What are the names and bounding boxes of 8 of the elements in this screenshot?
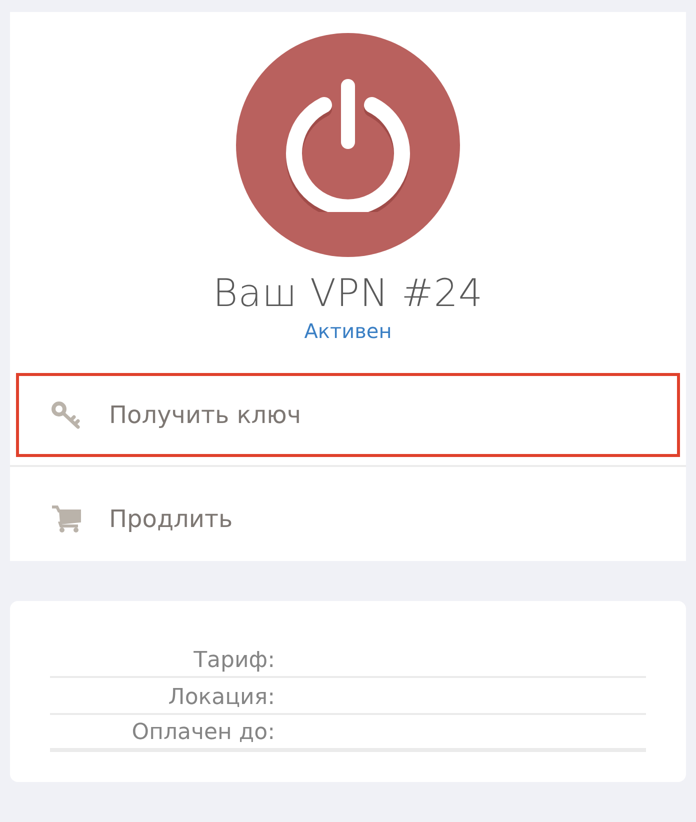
cart-icon <box>51 505 81 533</box>
detail-label: Локация: <box>167 687 275 709</box>
vpn-title: Ваш VPN #24 <box>212 271 484 315</box>
key-icon <box>51 401 81 429</box>
detail-label: Оплачен до: <box>130 722 275 744</box>
detail-label: Тариф: <box>192 650 275 672</box>
get-key-button[interactable]: Получить ключ <box>16 373 680 457</box>
vpn-status: Активен <box>304 319 392 343</box>
